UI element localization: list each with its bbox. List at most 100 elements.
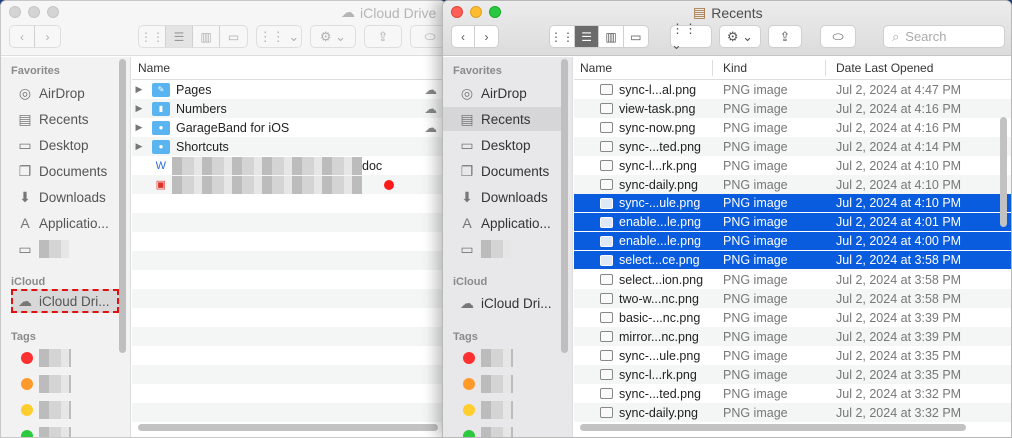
table-row[interactable]: sync-...ule.png PNG image Jul 2, 2024 at 3… bbox=[574, 346, 1011, 365]
forward-button[interactable]: › bbox=[35, 26, 60, 47]
sidebar-item-documents[interactable]: ❐ Documents bbox=[1, 159, 119, 183]
list-item[interactable]: ▶ ● GarageBand for iOS ☁ bbox=[132, 118, 445, 137]
sidebar-item-folder[interactable]: ▭ bbox=[1, 237, 119, 261]
tag-button[interactable]: ⬭ bbox=[410, 25, 445, 48]
label: iCloud Dri... bbox=[481, 295, 552, 311]
disclosure-triangle-icon[interactable]: ▶ bbox=[132, 103, 146, 114]
sidebar-item-downloads[interactable]: ⬇ Downloads bbox=[443, 185, 561, 209]
sidebar-item-recents[interactable]: ▤ Recents bbox=[1, 107, 119, 131]
horizontal-scrollbar[interactable] bbox=[138, 424, 438, 431]
sidebar-item-airdrop[interactable]: ◎ AirDrop bbox=[443, 81, 561, 105]
tag-button[interactable]: ⬭ bbox=[820, 25, 856, 48]
sidebar-scrollbar[interactable] bbox=[561, 59, 568, 353]
close-button[interactable] bbox=[9, 6, 21, 18]
yellow-tag-icon bbox=[21, 404, 33, 416]
list-item[interactable]: ▶ ✎ Pages ☁ bbox=[132, 80, 445, 99]
cloud-download-icon[interactable]: ☁ bbox=[425, 120, 438, 135]
cloud-download-icon[interactable]: ☁ bbox=[425, 101, 438, 116]
kind-cell: PNG image bbox=[723, 386, 788, 401]
table-row[interactable]: sync-l...al.png PNG image Jul 2, 2024 at 4… bbox=[574, 80, 1011, 99]
share-button[interactable]: ⇪ bbox=[768, 25, 802, 48]
column-view-button[interactable]: ▥ bbox=[599, 26, 624, 47]
icon-view-button[interactable]: ⋮⋮ bbox=[550, 26, 575, 47]
disclosure-triangle-icon[interactable]: ▶ bbox=[132, 84, 146, 95]
tag-orange[interactable] bbox=[1, 372, 119, 396]
yellow-tag-icon bbox=[463, 404, 475, 416]
tag-red[interactable] bbox=[443, 346, 561, 370]
action-gear-button[interactable]: ⚙ ⌄ bbox=[310, 25, 356, 48]
group-button[interactable]: ⋮⋮ ⌄ bbox=[670, 21, 712, 52]
sidebar-item-desktop[interactable]: ▭ Desktop bbox=[443, 133, 561, 157]
table-row[interactable]: sync-l...rk.png PNG image Jul 2, 2024 at 3… bbox=[574, 365, 1011, 384]
back-button[interactable]: ‹ bbox=[10, 26, 36, 47]
tag-green[interactable] bbox=[1, 424, 119, 437]
sidebar-item-desktop[interactable]: ▭ Desktop bbox=[1, 133, 119, 157]
sidebar-item-icloud-drive[interactable]: ☁ iCloud Dri... bbox=[443, 291, 561, 315]
disclosure-triangle-icon[interactable]: ▶ bbox=[132, 122, 146, 133]
gallery-view-button[interactable]: ▭ bbox=[220, 26, 247, 47]
table-row[interactable]: select...ion.png PNG image Jul 2, 2024 at … bbox=[574, 270, 1011, 289]
minimize-button[interactable] bbox=[470, 6, 482, 18]
airdrop-icon: ◎ bbox=[18, 84, 32, 101]
sidebar-item-folder[interactable]: ▭ bbox=[443, 237, 561, 261]
sidebar-item-applications[interactable]: A Applicatio... bbox=[1, 211, 119, 235]
list-item[interactable]: ▣ bbox=[132, 175, 445, 194]
date-cell: Jul 2, 2024 at 4:16 PM bbox=[836, 120, 962, 135]
back-button[interactable]: ‹ bbox=[452, 26, 476, 47]
column-view-button[interactable]: ▥ bbox=[193, 26, 220, 47]
close-button[interactable] bbox=[451, 6, 463, 18]
tag-yellow[interactable] bbox=[1, 398, 119, 422]
table-row[interactable]: basic-...nc.png PNG image Jul 2, 2024 at 3… bbox=[574, 308, 1011, 327]
table-row[interactable]: sync-now.png PNG image Jul 2, 2024 at 4:16… bbox=[574, 118, 1011, 137]
sidebar-scrollbar[interactable] bbox=[119, 59, 126, 353]
disclosure-triangle-icon[interactable]: ▶ bbox=[132, 141, 146, 152]
icon-view-button[interactable]: ⋮⋮ bbox=[139, 26, 166, 47]
forward-button[interactable]: › bbox=[475, 26, 498, 47]
gallery-view-button[interactable]: ▭ bbox=[624, 26, 648, 47]
minimize-button[interactable] bbox=[28, 6, 40, 18]
list-view-button[interactable]: ☰ bbox=[166, 26, 193, 47]
share-button[interactable]: ⇪ bbox=[364, 25, 402, 48]
cloud-download-icon[interactable]: ☁ bbox=[425, 82, 438, 97]
table-row[interactable]: sync-...ted.png PNG image Jul 2, 2024 at 4… bbox=[574, 137, 1011, 156]
table-row[interactable]: two-w...nc.png PNG image Jul 2, 2024 at 3:… bbox=[574, 289, 1011, 308]
list-item[interactable]: ▶ ● Shortcuts bbox=[132, 137, 445, 156]
sidebar-item-downloads[interactable]: ⬇ Downloads bbox=[1, 185, 119, 209]
table-row[interactable]: sync-daily.png PNG image Jul 2, 2024 at 4:… bbox=[574, 175, 1011, 194]
name-cell: sync-...ule.png bbox=[574, 196, 713, 210]
column-name[interactable]: Name bbox=[132, 60, 422, 76]
zoom-button[interactable] bbox=[489, 6, 501, 18]
table-row[interactable]: mirror...nc.png PNG image Jul 2, 2024 at 3… bbox=[574, 327, 1011, 346]
column-date-last-opened[interactable]: Date Last Opened bbox=[826, 60, 996, 76]
tag-yellow[interactable] bbox=[443, 398, 561, 422]
sidebar-item-documents[interactable]: ❐ Documents bbox=[443, 159, 561, 183]
group-button[interactable]: ⋮⋮ ⌄ bbox=[256, 25, 302, 48]
png-file-icon bbox=[600, 160, 613, 171]
column-name[interactable]: Name bbox=[574, 60, 713, 76]
list-view-button[interactable]: ☰ bbox=[575, 26, 600, 47]
horizontal-scrollbar[interactable] bbox=[580, 424, 966, 431]
tag-green[interactable] bbox=[443, 424, 561, 437]
table-row[interactable]: select...ce.png PNG image Jul 2, 2024 at 3… bbox=[574, 251, 1011, 270]
list-item[interactable]: Wdoc bbox=[132, 156, 445, 175]
sidebar-item-recents[interactable]: ▤ Recents bbox=[443, 107, 561, 131]
table-row[interactable]: sync-...ule.png PNG image Jul 2, 2024 at 4… bbox=[574, 194, 1011, 213]
column-kind[interactable]: Kind bbox=[713, 60, 826, 76]
table-row[interactable]: sync-daily.png PNG image Jul 2, 2024 at 3:… bbox=[574, 403, 1011, 422]
vertical-scrollbar[interactable] bbox=[1000, 117, 1007, 227]
sidebar-item-icloud-drive[interactable]: ☁ iCloud Dri... bbox=[11, 289, 119, 313]
table-row[interactable]: sync-l...rk.png PNG image Jul 2, 2024 at 4… bbox=[574, 156, 1011, 175]
table-row[interactable]: sync-...ted.png PNG image Jul 2, 2024 at 3… bbox=[574, 384, 1011, 403]
tag-red[interactable] bbox=[1, 346, 119, 370]
sidebar-item-airdrop[interactable]: ◎ AirDrop bbox=[1, 81, 119, 105]
table-row[interactable]: view-task.png PNG image Jul 2, 2024 at 4:1… bbox=[574, 99, 1011, 118]
zoom-button[interactable] bbox=[47, 6, 59, 18]
sidebar-item-applications[interactable]: A Applicatio... bbox=[443, 211, 561, 235]
tag-orange[interactable] bbox=[443, 372, 561, 396]
action-gear-button[interactable]: ⚙ ⌄ bbox=[719, 25, 761, 48]
table-row[interactable]: enable...le.png PNG image Jul 2, 2024 at 4… bbox=[574, 213, 1011, 232]
search-field[interactable]: ⌕ Search bbox=[883, 25, 1005, 48]
list-item[interactable]: ▶ ▮ Numbers ☁ bbox=[132, 99, 445, 118]
back-forward-buttons: ‹ › bbox=[451, 25, 499, 48]
table-row[interactable]: enable...le.png PNG image Jul 2, 2024 at 4… bbox=[574, 232, 1011, 251]
